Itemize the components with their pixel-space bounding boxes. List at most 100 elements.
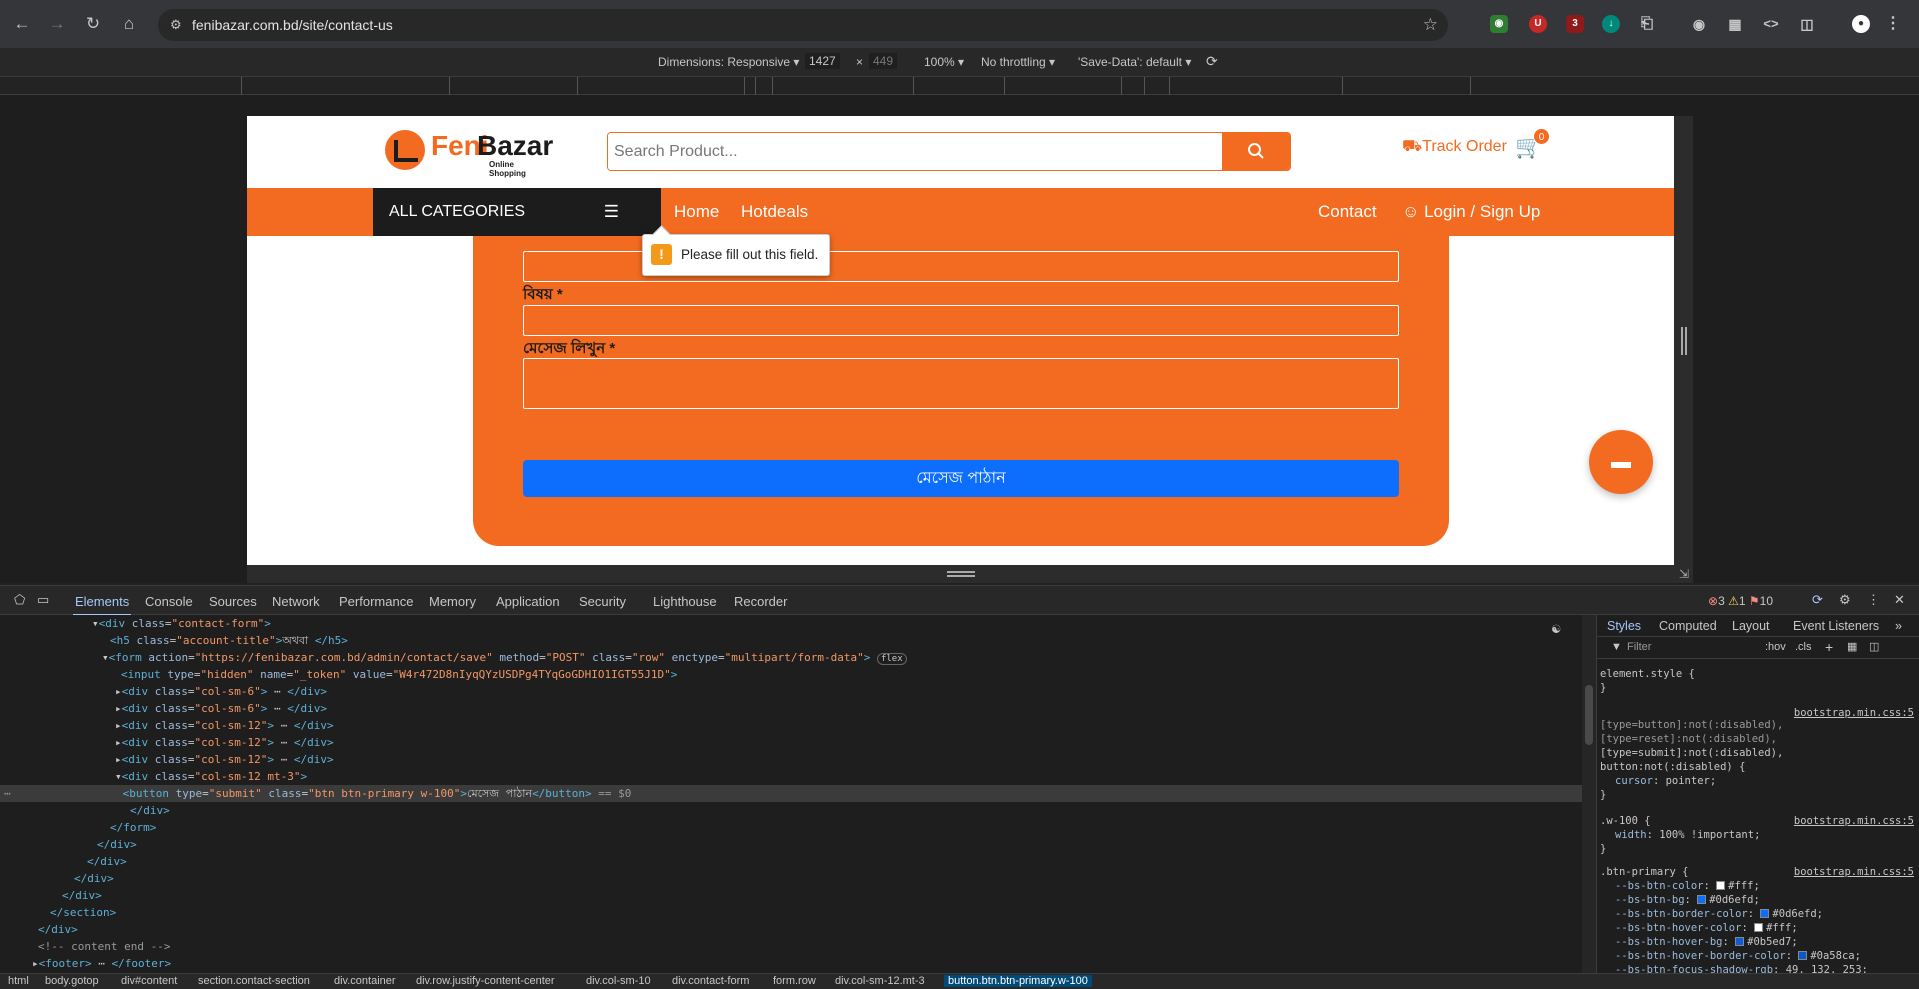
dom-node[interactable]: ▸<footer> ⋯ </footer> — [32, 955, 171, 972]
dom-node[interactable]: </div> — [130, 802, 170, 819]
dom-node[interactable]: ▾<div class="contact-form"> — [92, 615, 271, 632]
dom-node-selected[interactable]: ⋯ <button type="submit" class="btn btn-pr… — [0, 785, 1582, 802]
tab-styles[interactable]: Styles — [1607, 619, 1641, 633]
width-input[interactable]: 1427 — [805, 53, 840, 69]
more-tabs-icon[interactable]: » — [1895, 619, 1902, 633]
tab-recorder[interactable]: Recorder — [734, 594, 787, 609]
style-prop[interactable]: width: 100% !important; — [1597, 828, 1919, 842]
forward-icon[interactable]: → — [45, 12, 69, 36]
paint-icon[interactable]: ▦ — [1847, 640, 1857, 653]
tab-console[interactable]: Console — [145, 594, 193, 609]
stylesheet-link[interactable]: bootstrap.min.css:5 — [1794, 814, 1914, 828]
style-prop[interactable]: --bs-btn-hover-bg: #0b5ed7; — [1597, 935, 1919, 949]
resize-handle-icon[interactable] — [947, 571, 975, 577]
cls-toggle[interactable]: .cls — [1795, 641, 1812, 653]
breadcrumb-item[interactable]: body.gotop — [45, 975, 99, 987]
breadcrumb-item[interactable]: div#content — [121, 975, 177, 987]
download-extension-icon[interactable]: ↓ — [1602, 15, 1620, 33]
tab-sources[interactable]: Sources — [209, 594, 257, 609]
style-prop[interactable]: --bs-btn-hover-border-color: #0a58ca; — [1597, 949, 1919, 963]
nav-contact[interactable]: Contact — [1318, 188, 1377, 235]
tab-performance[interactable]: Performance — [339, 594, 413, 609]
accessibility-icon[interactable]: ☯ — [1552, 621, 1560, 638]
style-prop[interactable]: --bs-btn-focus-shadow-rgb: 49, 132, 253; — [1597, 963, 1919, 973]
dom-node[interactable]: ▸<div class="col-sm-12"> ⋯ </div> — [115, 717, 334, 734]
resize-handle-icon[interactable] — [1681, 327, 1687, 355]
device-toggle-icon[interactable]: ▭ — [37, 592, 49, 608]
zoom-select[interactable]: 100% ▾ — [924, 55, 964, 69]
tab-memory[interactable]: Memory — [429, 594, 476, 609]
dom-node[interactable]: </div> — [62, 887, 102, 904]
save-data-select[interactable]: 'Save-Data': default ▾ — [1078, 55, 1191, 69]
breadcrumb-item-current[interactable]: button.btn.btn-primary.w-100 — [944, 975, 1092, 987]
extension-badge-icon[interactable]: 3 — [1566, 15, 1584, 33]
elements-dom-tree[interactable]: ▾<div class="contact-form"> <h5 class="a… — [0, 615, 1582, 973]
corner-resize-icon[interactable]: ⇲ — [1679, 567, 1689, 581]
breadcrumb-item[interactable]: div.container — [334, 975, 396, 987]
dom-node[interactable]: ▸<div class="col-sm-6"> ⋯ </div> — [115, 700, 327, 717]
dom-node[interactable]: </div> — [87, 853, 127, 870]
breadcrumb-item[interactable]: div.row.justify-content-center — [416, 975, 555, 987]
dom-node[interactable]: ▾<div class="col-sm-12 mt-3"> — [115, 768, 307, 785]
browser-menu-icon[interactable]: ⋮ — [1884, 15, 1902, 33]
search-input[interactable] — [608, 133, 1222, 170]
breadcrumb-item[interactable]: form.row — [773, 975, 816, 987]
style-prop[interactable]: --bs-btn-border-color: #0d6efd; — [1597, 907, 1919, 921]
sidebar-toggle-icon[interactable]: ◫ — [1869, 640, 1879, 653]
breadcrumb-item[interactable]: div.col-sm-12.mt-3 — [835, 975, 925, 987]
tab-event-listeners[interactable]: Event Listeners — [1793, 619, 1879, 633]
style-rule[interactable]: button:not(:disabled) { — [1597, 760, 1919, 774]
nav-login[interactable]: ☺ Login / Sign Up — [1402, 188, 1540, 235]
screenshot-icon[interactable]: ◉ — [1690, 15, 1708, 33]
home-icon[interactable]: ⌂ — [117, 12, 141, 36]
style-rule[interactable]: .w-100 {bootstrap.min.css:5 — [1597, 814, 1919, 828]
breadcrumb-item[interactable]: section.contact-section — [198, 975, 310, 987]
site-logo[interactable]: Feni Bazar Online Shopping — [385, 130, 553, 178]
height-input[interactable]: 449 — [869, 53, 898, 69]
inspect-element-icon[interactable]: ⬠ — [14, 592, 25, 608]
scrollbar-thumb[interactable] — [1585, 685, 1593, 745]
dom-node[interactable]: ▸<div class="col-sm-12"> ⋯ </div> — [115, 734, 334, 751]
tab-application[interactable]: Application — [496, 594, 560, 609]
style-rule[interactable]: .btn-primary {bootstrap.min.css:5 — [1597, 865, 1919, 879]
rotate-icon[interactable]: ⟳ — [1206, 53, 1218, 70]
stylesheet-link[interactable]: bootstrap.min.css:5 — [1794, 865, 1914, 879]
subject-field[interactable] — [523, 305, 1399, 336]
breadcrumb-item[interactable]: html — [8, 975, 29, 987]
address-bar[interactable]: ⚙ fenibazar.com.bd/site/contact-us ☆ — [158, 9, 1448, 41]
media-query-ruler[interactable] — [0, 76, 1919, 95]
style-prop[interactable]: --bs-btn-color: #fff; — [1597, 879, 1919, 893]
search-button[interactable] — [1222, 133, 1290, 170]
devtools-more-icon[interactable]: ⋮ — [1867, 592, 1880, 608]
dom-node[interactable]: </form> — [110, 819, 156, 836]
submit-button[interactable]: মেসেজ পাঠান — [523, 460, 1399, 497]
track-order-link[interactable]: ⛟Track Order — [1402, 137, 1507, 157]
style-rule[interactable]: element.style { — [1597, 667, 1919, 681]
filter-input[interactable]: Filter — [1627, 641, 1651, 653]
qr-code-icon[interactable]: ▦ — [1726, 15, 1744, 33]
dom-node[interactable]: </div> — [97, 836, 137, 853]
style-prop[interactable]: --bs-btn-hover-color: #fff; — [1597, 921, 1919, 935]
profile-avatar[interactable]: ● — [1852, 15, 1870, 33]
hov-toggle[interactable]: :hov — [1765, 641, 1786, 653]
nav-hotdeals[interactable]: Hotdeals — [741, 188, 808, 235]
message-field[interactable] — [523, 358, 1399, 409]
dom-node[interactable]: <h5 class="account-title">অথবা </h5> — [110, 632, 348, 649]
nav-home[interactable]: Home — [674, 188, 719, 235]
dom-node[interactable]: </section> — [50, 904, 116, 921]
bookmark-star-icon[interactable]: ☆ — [1423, 15, 1438, 35]
devtools-code-icon[interactable]: <> — [1762, 15, 1780, 33]
dom-node[interactable]: ▸<div class="col-sm-6"> ⋯ </div> — [115, 683, 327, 700]
ublock-extension-icon[interactable]: U — [1529, 15, 1547, 33]
throttling-select[interactable]: No throttling ▾ — [981, 55, 1055, 69]
reload-icon[interactable]: ↻ — [81, 12, 105, 36]
site-info-icon[interactable]: ⚙ — [170, 17, 186, 33]
trash-icon[interactable]: ◫ — [1798, 15, 1816, 33]
tab-elements[interactable]: Elements — [72, 594, 132, 616]
breadcrumb-item[interactable]: div.contact-form — [672, 975, 749, 987]
dimensions-select[interactable]: Dimensions: Responsive ▾ — [658, 55, 799, 69]
style-rule[interactable]: [type=reset]:not(:disabled), — [1597, 732, 1919, 746]
back-icon[interactable]: ← — [10, 12, 34, 36]
chat-button[interactable]: ▬ — [1589, 430, 1653, 494]
dom-node[interactable]: ▾<form action="https://fenibazar.com.bd/… — [102, 649, 907, 666]
